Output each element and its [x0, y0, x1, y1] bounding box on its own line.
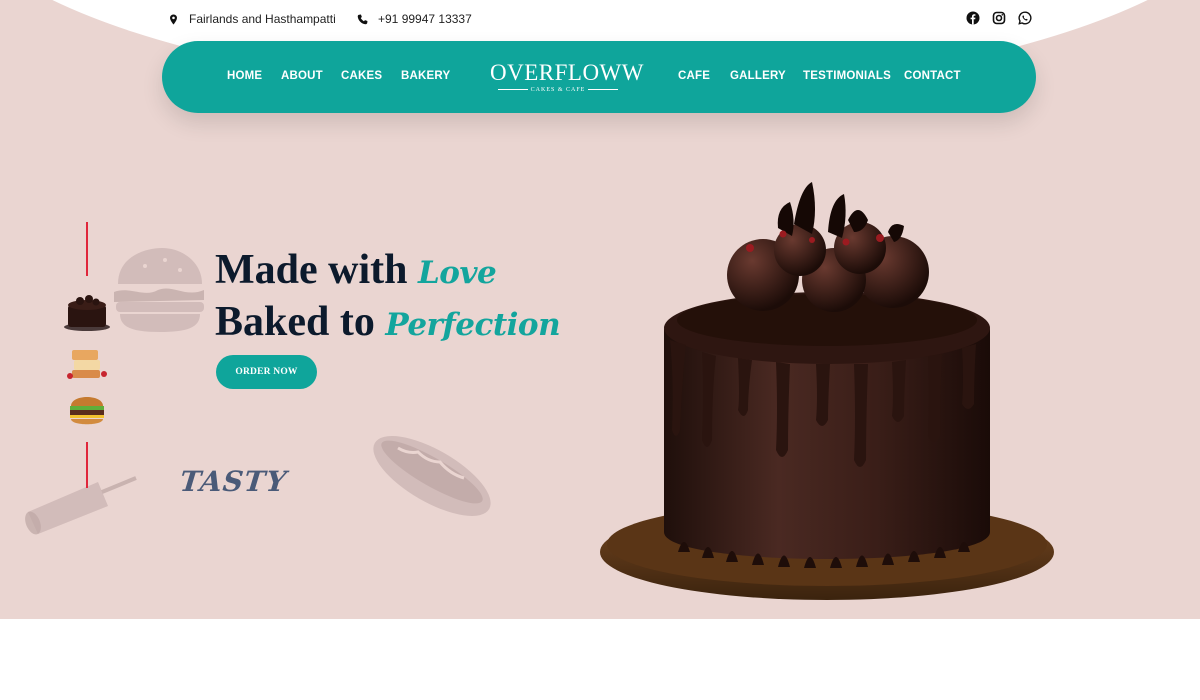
phone-icon	[357, 14, 368, 24]
decor-line-top	[86, 222, 88, 276]
hero-headline: Made with Love Baked to Perfection	[215, 246, 561, 350]
main-navbar: HOME ABOUT CAKES BAKERY OVERFLOWW CAKES …	[162, 41, 1036, 113]
whatsapp-icon[interactable]	[1018, 11, 1032, 25]
map-pin-icon	[170, 13, 177, 25]
logo-divider-right	[588, 89, 619, 91]
location-text: Fairlands and Hasthampatti	[189, 12, 336, 26]
headline-text-1: Made with	[215, 247, 418, 293]
thumb-burger[interactable]	[62, 388, 112, 432]
thumb-pastry[interactable]	[62, 342, 112, 386]
nav-cakes[interactable]: CAKES	[341, 70, 382, 82]
nav-contact[interactable]: CONTACT	[904, 70, 961, 82]
thumb-chocolate-cake[interactable]	[62, 289, 112, 333]
location-info[interactable]: Fairlands and Hasthampatti	[168, 12, 336, 26]
headline-line-1: Made with Love	[215, 246, 560, 298]
nav-home[interactable]: HOME	[227, 70, 262, 82]
order-now-button[interactable]: ORDER NOW	[216, 355, 317, 389]
top-contact-bar: Fairlands and Hasthampatti +91 99947 133…	[0, 0, 1200, 38]
burger-doodle	[114, 248, 204, 332]
headline-text-2: Baked to	[215, 299, 386, 345]
phone-text: +91 99947 13337	[378, 12, 472, 26]
nav-bakery[interactable]: BAKERY	[401, 70, 450, 82]
headline-line-2: Baked to Perfection	[215, 298, 561, 350]
tasty-doodle-text: TASTY	[178, 465, 289, 498]
nav-cafe[interactable]: CAFE	[678, 70, 710, 82]
nav-gallery[interactable]: GALLERY	[730, 70, 786, 82]
logo-tagline: CAKES & CAFE	[530, 87, 586, 93]
cup-doodle	[25, 476, 137, 535]
decor-line-bottom	[86, 442, 88, 488]
facebook-icon[interactable]	[966, 11, 980, 25]
headline-script-1: Love	[418, 255, 497, 291]
chocolate-cake-image	[600, 182, 1054, 600]
logo-wordmark: OVERFLOWW	[490, 60, 644, 85]
nav-testimonials[interactable]: TESTIMONIALS	[803, 70, 891, 82]
logo-divider-left	[497, 89, 528, 91]
phone-info[interactable]: +91 99947 13337	[357, 12, 472, 26]
social-links	[966, 11, 1032, 25]
logo-tagline-row: CAKES & CAFE	[490, 86, 626, 94]
instagram-icon[interactable]	[992, 11, 1006, 25]
headline-script-2: Perfection	[385, 307, 561, 343]
nav-about[interactable]: ABOUT	[281, 70, 323, 82]
site-logo[interactable]: OVERFLOWW CAKES & CAFE	[490, 60, 644, 101]
hotdog-doodle	[373, 436, 491, 516]
